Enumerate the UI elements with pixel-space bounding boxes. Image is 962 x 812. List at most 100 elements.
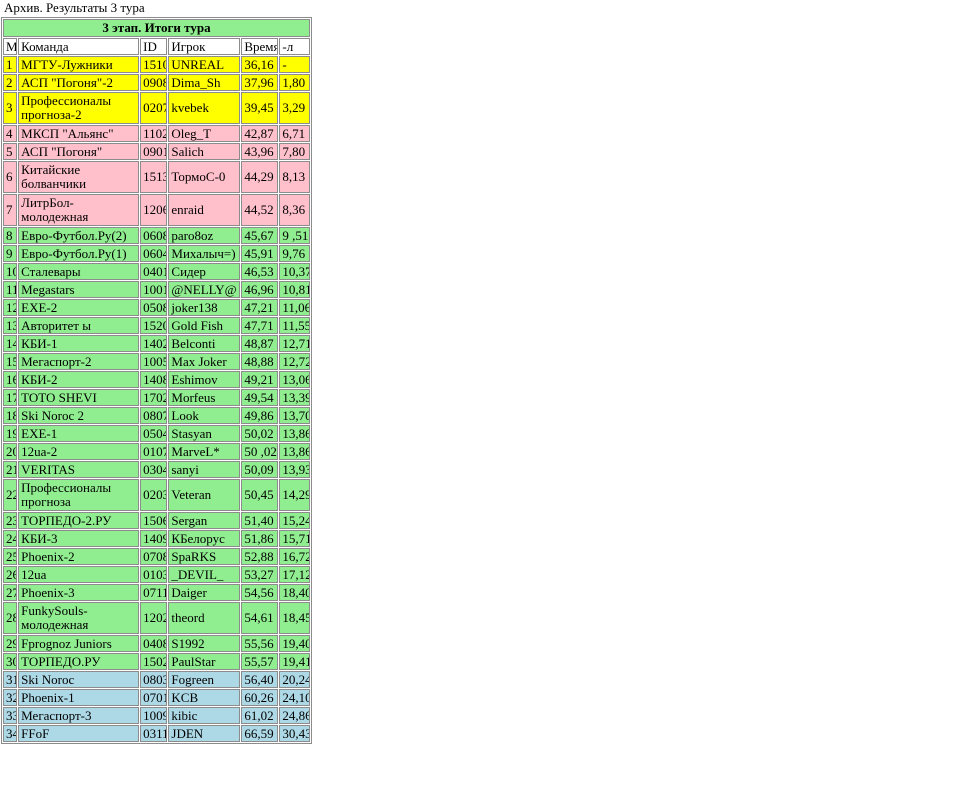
cell-player: MarveL* xyxy=(168,443,241,460)
cell-id: 0504 xyxy=(140,425,168,442)
cell-team: Авторитет ы xyxy=(18,317,140,334)
column-header-row: М Команда ID Игрок Время -л xyxy=(3,38,310,55)
cell-lag: 13,39 xyxy=(279,389,310,406)
cell-place: 21 xyxy=(3,461,18,478)
cell-id: 1408 xyxy=(140,371,168,388)
cell-team: ТОРПЕДО-2.РУ xyxy=(18,512,140,529)
cell-team: Мегаспорт-2 xyxy=(18,353,140,370)
cell-lag: 13,86 xyxy=(279,443,310,460)
cell-time: 45,91 xyxy=(241,245,279,262)
cell-lag: 15,24 xyxy=(279,512,310,529)
cell-time: 39,45 xyxy=(241,92,279,124)
table-caption-row: 3 этап. Итоги тура xyxy=(3,19,310,37)
cell-team: Мегаспорт-3 xyxy=(18,707,140,724)
cell-lag: - xyxy=(279,56,310,73)
cell-lag: 14,29 xyxy=(279,479,310,511)
table-row: 9 Евро-Футбол.Ру(1) 0604 Михалыч=) 45,91 9,76 xyxy=(3,245,310,262)
table-row: 13Авторитет ы1520Gold Fish47,7111,55 xyxy=(3,317,310,334)
cell-team: 12ua xyxy=(18,566,140,583)
cell-place: 34 xyxy=(3,725,18,742)
table-row: 16КБИ-21408Eshimov49,2113,06 xyxy=(3,371,310,388)
cell-team: EXE-1 xyxy=(18,425,140,442)
cell-place: 20 xyxy=(3,443,18,460)
cell-lag: 10,81 xyxy=(279,281,310,298)
cell-id: 0701 xyxy=(140,689,168,706)
cell-player: paro8oz xyxy=(168,227,241,244)
cell-place: 30 xyxy=(3,653,18,670)
cell-player: КБелорус xyxy=(168,530,241,547)
table-row: 32Phoenix-10701KCB60,2624,10 xyxy=(3,689,310,706)
cell-lag: 24,10 xyxy=(279,689,310,706)
cell-team: Fprognoz Juniors xyxy=(18,635,140,652)
cell-player: kvebek xyxy=(168,92,241,124)
cell-place: 24 xyxy=(3,530,18,547)
table-row: 29Fprognoz Juniors0408S199255,5619,40 xyxy=(3,635,310,652)
column-header-team: Команда xyxy=(18,38,140,55)
cell-id: 1702 xyxy=(140,389,168,406)
cell-time: 48,87 xyxy=(241,335,279,352)
cell-id: 1009 xyxy=(140,707,168,724)
cell-place: 28 xyxy=(3,602,18,634)
cell-place: 9 xyxy=(3,245,18,262)
cell-team: МГТУ-Лужники xyxy=(18,56,140,73)
table-row: 24КБИ-31409КБелорус51,8615,71 xyxy=(3,530,310,547)
cell-id: 1506 xyxy=(140,512,168,529)
cell-lag: 19,41 xyxy=(279,653,310,670)
cell-id: 0207 xyxy=(140,92,168,124)
table-row: 19EXE-10504Stasyan50,0213,86 xyxy=(3,425,310,442)
cell-id: 0807 xyxy=(140,407,168,424)
table-row: 21VERITAS0304sanyi50,0913,93 xyxy=(3,461,310,478)
cell-place: 16 xyxy=(3,371,18,388)
cell-player: Stasyan xyxy=(168,425,241,442)
cell-place: 8 xyxy=(3,227,18,244)
table-row: 12EXE-20508joker13847,2111,06 xyxy=(3,299,310,316)
cell-lag: 16,72 xyxy=(279,548,310,565)
cell-player: JDEN xyxy=(168,725,241,742)
cell-id: 1202 xyxy=(140,602,168,634)
cell-player: Dima_Sh xyxy=(168,74,241,91)
cell-time: 37,96 xyxy=(241,74,279,91)
table-row: 17TOTO SHEVI1702Morfeus49,5413,39 xyxy=(3,389,310,406)
cell-player: Max Joker xyxy=(168,353,241,370)
cell-place: 11 xyxy=(3,281,18,298)
cell-id: 0608 xyxy=(140,227,168,244)
cell-id: 0304 xyxy=(140,461,168,478)
results-table: 3 этап. Итоги тура М Команда ID Игрок Вр… xyxy=(1,17,312,744)
cell-place: 4 xyxy=(3,125,18,142)
cell-place: 15 xyxy=(3,353,18,370)
cell-time: 50,02 xyxy=(241,425,279,442)
cell-id: 0901 xyxy=(140,143,168,160)
cell-time: 66,59 xyxy=(241,725,279,742)
cell-time: 53,27 xyxy=(241,566,279,583)
cell-lag: 19,40 xyxy=(279,635,310,652)
column-header-time: Время xyxy=(241,38,279,55)
cell-id: 0203 xyxy=(140,479,168,511)
cell-time: 60,26 xyxy=(241,689,279,706)
cell-player: Eshimov xyxy=(168,371,241,388)
table-row: 18Ski Noroc 20807Look49,8613,70 xyxy=(3,407,310,424)
cell-team: МКСП "Альянс" xyxy=(18,125,140,142)
cell-time: 46,96 xyxy=(241,281,279,298)
cell-player: joker138 xyxy=(168,299,241,316)
cell-player: Morfeus xyxy=(168,389,241,406)
cell-lag: 13,70 xyxy=(279,407,310,424)
cell-lag: 15,71 xyxy=(279,530,310,547)
cell-id: 1409 xyxy=(140,530,168,547)
cell-time: 45,67 xyxy=(241,227,279,244)
cell-player: ТормоС-0 xyxy=(168,161,241,193)
cell-player: Михалыч=) xyxy=(168,245,241,262)
cell-team: Евро-Футбол.Ру(1) xyxy=(18,245,140,262)
cell-id: 1510 xyxy=(140,56,168,73)
table-row: 27Phoenix-30711Daiger54,5618,40 xyxy=(3,584,310,601)
cell-place: 31 xyxy=(3,671,18,688)
cell-time: 52,88 xyxy=(241,548,279,565)
cell-id: 0508 xyxy=(140,299,168,316)
cell-id: 1513 xyxy=(140,161,168,193)
table-row: 5 АСП "Погоня" 0901 Salich 43,96 7,80 xyxy=(3,143,310,160)
table-row: 3 Профессионалы прогноза-2 0207 kvebek 39,45… xyxy=(3,92,310,124)
cell-id: 0408 xyxy=(140,635,168,652)
cell-time: 49,21 xyxy=(241,371,279,388)
cell-time: 50,09 xyxy=(241,461,279,478)
cell-place: 23 xyxy=(3,512,18,529)
cell-place: 19 xyxy=(3,425,18,442)
